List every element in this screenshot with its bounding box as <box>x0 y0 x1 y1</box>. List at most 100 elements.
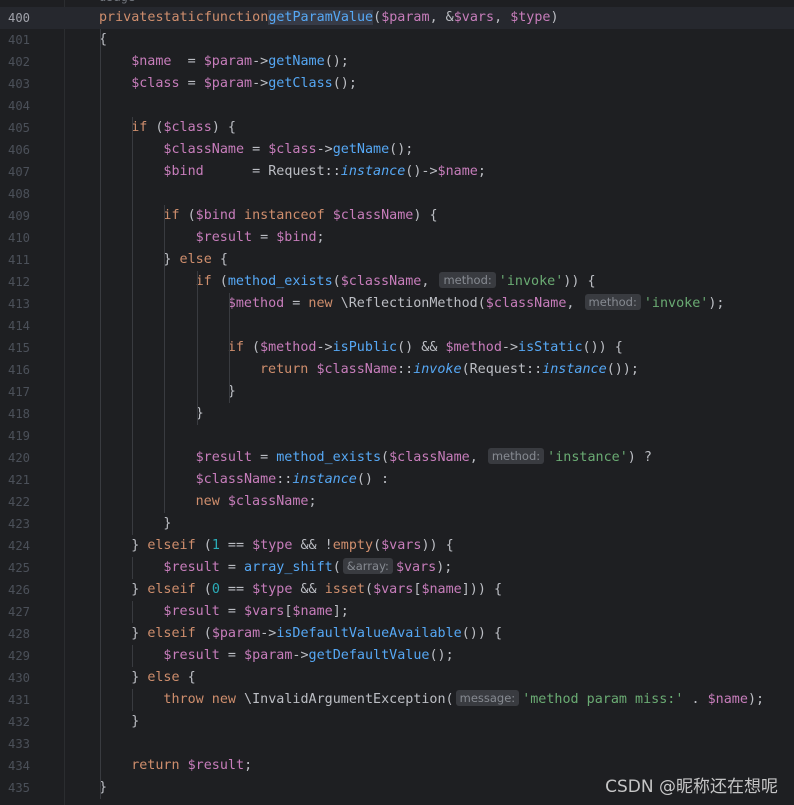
code-line[interactable]: 425 $result = array_shift(&array: $vars); <box>0 557 794 579</box>
code-token: ) { <box>413 208 438 223</box>
code-token: , <box>494 10 511 25</box>
code-token: () && <box>397 340 446 355</box>
code-token: elseif <box>147 582 196 597</box>
code-line[interactable]: 409 if ($bind instanceof $className) { <box>0 205 794 227</box>
line-number: 432 <box>7 715 30 729</box>
code-line[interactable]: 402 $name = $param->getName(); <box>0 51 794 73</box>
usage-hint[interactable]: usage <box>99 0 135 5</box>
code-area[interactable]: 400 privatestaticfunctiongetParamValue($p… <box>0 0 794 805</box>
code-line[interactable]: 424} elseif (1 == $type && !empty($vars)… <box>0 535 794 557</box>
code-line[interactable]: 408 <box>0 183 794 205</box>
code-line[interactable]: 414 <box>0 315 794 337</box>
code-line[interactable]: 401{ <box>0 29 794 51</box>
code-token: $param <box>203 54 253 69</box>
code-text: if ($method->isPublic() && $method->isSt… <box>228 337 623 359</box>
code-token: $className <box>485 296 567 311</box>
indent-guide <box>132 601 134 623</box>
code-token: instance <box>340 164 406 179</box>
code-line[interactable]: 423} <box>0 513 794 535</box>
code-line[interactable]: 420 $result = method_exists($className, m… <box>0 447 794 469</box>
code-line[interactable]: 404 <box>0 95 794 117</box>
line-number: 414 <box>7 319 30 333</box>
line-number: 409 <box>7 209 30 223</box>
code-token: elseif <box>147 626 196 641</box>
code-token: 'method param miss:' <box>522 692 684 707</box>
code-line[interactable]: 406 $className = $class->getName(); <box>0 139 794 161</box>
code-token: empty <box>332 538 374 553</box>
code-line[interactable]: 405 if ($class) { <box>0 117 794 139</box>
code-token: (); <box>389 142 414 157</box>
code-token: $bind <box>195 208 236 223</box>
code-token: $className <box>332 208 414 223</box>
code-line[interactable]: 415 if ($method->isPublic() && $method->i… <box>0 337 794 359</box>
code-line[interactable]: 417} <box>0 381 794 403</box>
code-line[interactable]: 428} elseif ($param->isDefaultValueAvail… <box>0 623 794 645</box>
code-line[interactable]: 410 $result = $bind; <box>0 227 794 249</box>
code-token: :: <box>397 362 414 377</box>
parameter-hint: message: <box>455 690 520 706</box>
code-token: (); <box>324 54 349 69</box>
code-line[interactable]: 403 $class = $param->getClass(); <box>0 73 794 95</box>
line-number: 430 <box>7 671 30 685</box>
code-token: $name <box>292 604 333 619</box>
code-token: 'instance' <box>547 450 628 465</box>
code-token: -> <box>252 54 269 69</box>
parameter-hint: method: <box>439 272 496 288</box>
code-token: ) { <box>211 120 236 135</box>
code-token: $class <box>163 120 212 135</box>
code-line[interactable]: 418} <box>0 403 794 425</box>
code-token: isDefaultValueAvailable <box>276 626 462 641</box>
code-line[interactable]: 419 <box>0 425 794 447</box>
code-token: ( <box>195 582 212 597</box>
parameter-hint: method: <box>584 294 641 310</box>
code-text: } <box>131 711 139 733</box>
line-number: 421 <box>7 473 30 487</box>
code-token: -> <box>501 340 519 355</box>
code-line[interactable]: 400 privatestaticfunctiongetParamValue($p… <box>0 7 794 29</box>
code-token: ()); <box>606 362 639 377</box>
code-token: ( <box>373 538 382 553</box>
code-token: , & <box>429 10 454 25</box>
code-token: $vars <box>453 10 495 25</box>
indent-guide <box>132 117 134 535</box>
code-line[interactable]: 426} elseif (0 == $type && isset($vars[$… <box>0 579 794 601</box>
code-token: if <box>163 208 180 223</box>
code-token: $name <box>437 164 478 179</box>
code-line[interactable]: 431 throw new \InvalidArgumentException(m… <box>0 689 794 711</box>
code-line[interactable]: 407 $bind = Request::instance()->$name; <box>0 161 794 183</box>
code-editor[interactable]: 400 privatestaticfunctiongetParamValue($p… <box>0 0 794 805</box>
line-number: 406 <box>7 143 30 157</box>
code-token: ()-> <box>405 164 438 179</box>
code-token: ( <box>195 626 212 641</box>
code-line[interactable]: 422 new $className; <box>0 491 794 513</box>
code-line[interactable]: 433 <box>0 733 794 755</box>
code-token: = <box>284 296 309 311</box>
code-text: $className::instance() : <box>196 469 390 491</box>
code-token: $bind <box>276 230 317 245</box>
code-token: } <box>163 252 180 267</box>
code-token: ) ? <box>627 450 652 465</box>
code-line[interactable]: 411} else { <box>0 249 794 271</box>
code-line[interactable]: 416 return $className::invoke(Request::in… <box>0 359 794 381</box>
code-line[interactable]: 413 $method = new \ReflectionMethod($clas… <box>0 293 794 315</box>
code-line[interactable]: 429 $result = $param->getDefaultValue(); <box>0 645 794 667</box>
line-number: 413 <box>7 297 30 311</box>
code-token: ()) { <box>582 340 623 355</box>
code-line[interactable]: 427 $result = $vars[$name]; <box>0 601 794 623</box>
code-text: } <box>163 513 171 535</box>
code-line[interactable]: 421 $className::instance() : <box>0 469 794 491</box>
code-line[interactable]: 432} <box>0 711 794 733</box>
line-number: 423 <box>7 517 30 531</box>
code-line[interactable]: 430} else { <box>0 667 794 689</box>
code-token: return <box>260 362 309 377</box>
line-number: 427 <box>7 605 30 619</box>
code-token: else <box>147 670 180 685</box>
code-token: $name <box>131 54 172 69</box>
code-line[interactable]: 412 if (method_exists($className, method:… <box>0 271 794 293</box>
code-token: = <box>252 450 277 465</box>
line-number: 411 <box>7 253 30 267</box>
code-text: privatestaticfunctiongetParamValue($para… <box>99 7 559 29</box>
code-token: { <box>179 670 196 685</box>
code-text: $bind = Request::instance()->$name; <box>163 161 486 183</box>
code-text: } elseif ($param->isDefaultValueAvailabl… <box>131 623 502 645</box>
